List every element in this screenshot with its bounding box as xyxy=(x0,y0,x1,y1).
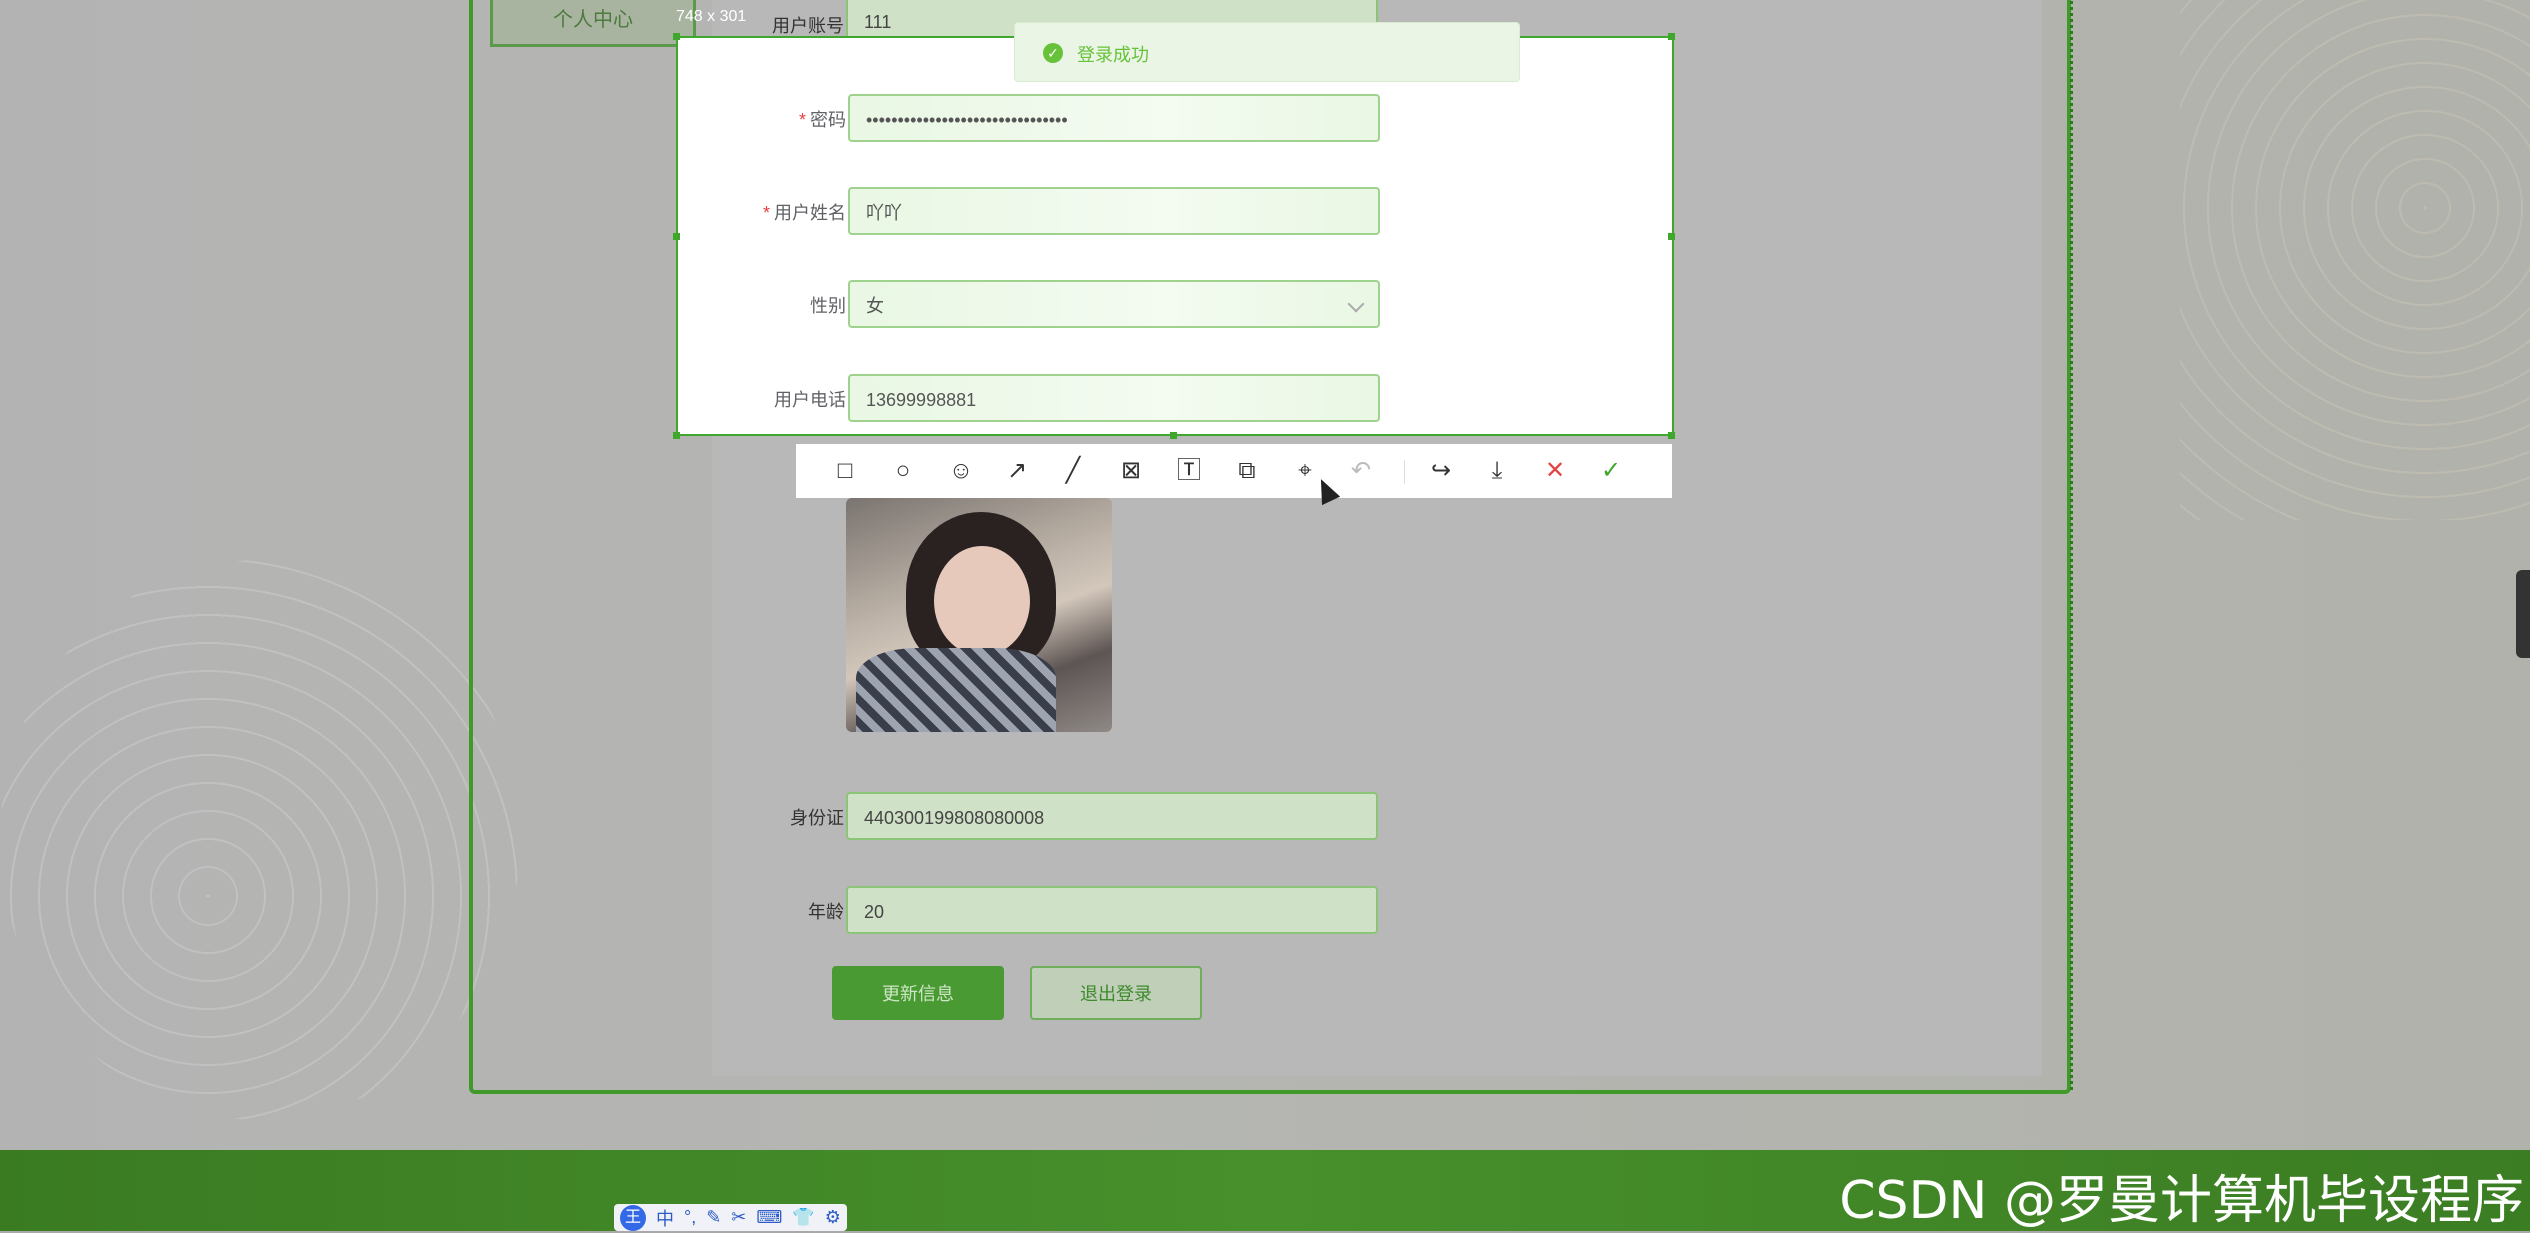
login-success-toast: ✓ 登录成功 xyxy=(1014,22,1520,82)
form-row-phone: 用户电话 13699998881 xyxy=(714,374,1394,426)
resize-handle-tl[interactable] xyxy=(673,33,680,40)
age-label: 年龄 xyxy=(808,902,844,922)
mosaic-icon[interactable]: ⊠ xyxy=(1116,456,1146,486)
form-row-id-card: 身份证 440300199808080008 xyxy=(712,792,1392,844)
check-circle-icon: ✓ xyxy=(1043,43,1063,63)
ime-logo-icon: 王 xyxy=(620,1204,646,1231)
password-input[interactable]: •••••••••••••••••••••••••••••••• xyxy=(848,94,1380,142)
capture-size-label: 748 x 301 xyxy=(676,8,747,25)
download-icon[interactable]: ⤓ xyxy=(1482,456,1512,486)
resize-handle-r[interactable] xyxy=(1668,233,1675,240)
phone-input[interactable]: 13699998881 xyxy=(848,374,1380,422)
capture-selection[interactable]: * 密码 •••••••••••••••••••••••••••••••• * 用户… xyxy=(676,36,1674,436)
close-icon[interactable]: ✕ xyxy=(1540,456,1570,486)
id-card-label: 身份证 xyxy=(790,808,844,828)
ime-mode[interactable]: 中 xyxy=(656,1205,674,1231)
form-row-gender: 性别 女 xyxy=(714,280,1394,332)
ime-scissors-icon[interactable]: ✂ xyxy=(731,1207,746,1228)
ellipse-icon[interactable]: ○ xyxy=(888,456,918,486)
tab-personal-center[interactable]: 个人中心 xyxy=(490,0,696,47)
photo-shirt xyxy=(856,648,1056,732)
ime-punctuation-icon[interactable]: °, xyxy=(684,1207,696,1228)
background-decoration-left xyxy=(0,560,520,1120)
undo-icon[interactable]: ↶ xyxy=(1346,456,1376,486)
resize-handle-br[interactable] xyxy=(1668,432,1675,439)
rectangle-icon[interactable]: □ xyxy=(830,456,860,486)
avatar-photo[interactable] xyxy=(846,498,1112,732)
toast-message: 登录成功 xyxy=(1077,45,1149,65)
chevron-down-icon xyxy=(1347,295,1365,313)
emoji-icon[interactable]: ☺ xyxy=(946,456,976,486)
required-mark: * xyxy=(762,203,770,223)
toolbar-divider xyxy=(1404,460,1405,484)
logout-button[interactable]: 退出登录 xyxy=(1030,966,1202,1020)
id-card-input[interactable]: 440300199808080008 xyxy=(846,792,1378,840)
capture-toolbar: □ ○ ☺ ↗ ╱ ⊠ 🅃 ⧉ ⌖ ↶ ↪ ⤓ ✕ ✓ xyxy=(796,444,1672,498)
ime-toolbar[interactable]: 王 中 °, ✎ ✂ ⌨ 👕 ⚙ xyxy=(614,1204,847,1231)
ime-pen-icon[interactable]: ✎ xyxy=(706,1207,721,1228)
resize-handle-l[interactable] xyxy=(673,233,680,240)
name-label: * 用户姓名 xyxy=(763,187,846,239)
name-label-text: 用户姓名 xyxy=(774,203,846,223)
gender-value: 女 xyxy=(866,296,884,316)
form-row-name: * 用户姓名 吖吖 xyxy=(714,187,1394,239)
resize-handle-bl[interactable] xyxy=(673,432,680,439)
share-icon[interactable]: ↪ xyxy=(1426,456,1456,486)
form-row-password: * 密码 •••••••••••••••••••••••••••••••• xyxy=(714,94,1394,146)
photo-face xyxy=(934,546,1030,656)
ime-skin-icon[interactable]: 👕 xyxy=(792,1207,814,1228)
background-decoration-right xyxy=(2180,0,2530,520)
gender-select[interactable]: 女 xyxy=(848,280,1380,328)
ime-keyboard-icon[interactable]: ⌨ xyxy=(756,1207,782,1228)
form-row-age: 年龄 20 xyxy=(712,886,1392,938)
confirm-icon[interactable]: ✓ xyxy=(1596,456,1626,486)
resize-handle-b[interactable] xyxy=(1170,432,1177,439)
text-icon[interactable]: 🅃 xyxy=(1174,456,1204,486)
password-label: * 密码 xyxy=(799,94,846,146)
arrow-icon[interactable]: ↗ xyxy=(1002,456,1032,486)
line-icon[interactable]: ╱ xyxy=(1058,456,1088,486)
watermark: CSDN @罗曼计算机毕设程序 xyxy=(1839,1171,2524,1231)
password-label-text: 密码 xyxy=(810,110,846,130)
required-mark: * xyxy=(798,110,806,130)
phone-label: 用户电话 xyxy=(774,390,846,410)
age-input[interactable]: 20 xyxy=(846,886,1378,934)
gender-label: 性别 xyxy=(810,296,846,316)
resize-handle-tr[interactable] xyxy=(1668,33,1675,40)
name-input[interactable]: 吖吖 xyxy=(848,187,1380,235)
update-info-button[interactable]: 更新信息 xyxy=(832,966,1004,1020)
ime-settings-icon[interactable]: ⚙ xyxy=(825,1207,841,1228)
scrollbar-handle[interactable] xyxy=(2516,570,2530,658)
pin-icon[interactable]: ⧉ xyxy=(1232,456,1262,486)
